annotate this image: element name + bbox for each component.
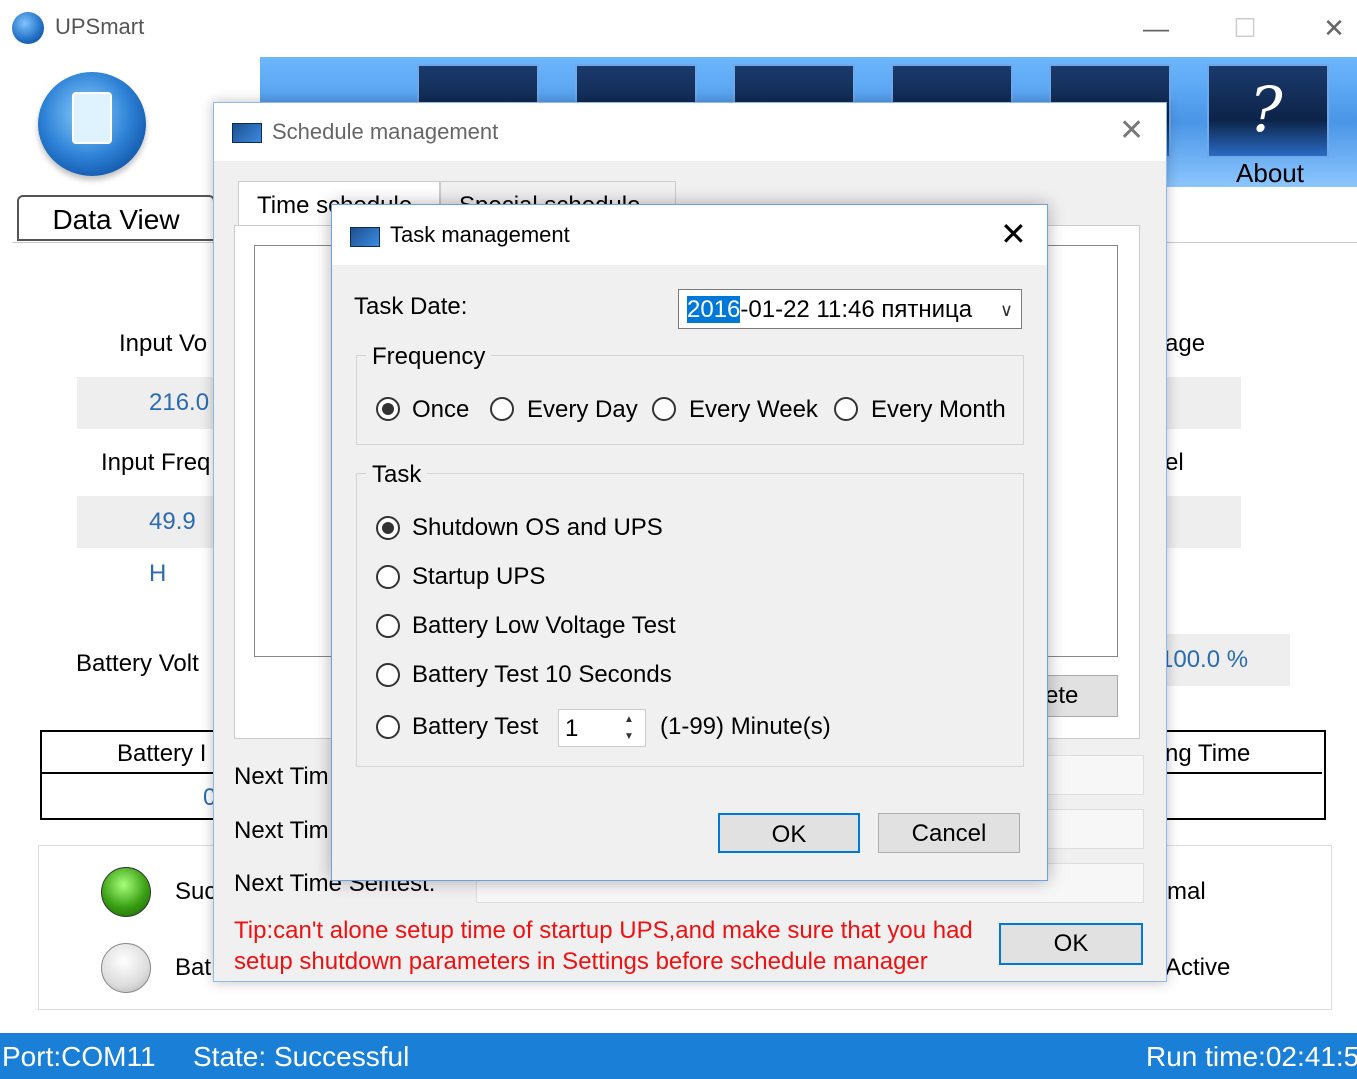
radio-battery-test-10s-label: Battery Test 10 Seconds	[412, 661, 672, 688]
spin-down-icon[interactable]: ▼	[619, 729, 639, 745]
radio-once-label: Once	[412, 396, 470, 423]
task-date-rest: -01-22 11:46 пятница	[740, 296, 973, 323]
task-title: Task	[366, 461, 428, 489]
status-battery-label: Bat	[175, 954, 212, 981]
load-level-label: el	[1165, 449, 1184, 476]
battery-test-minutes-stepper[interactable]: 1 ▲ ▼	[558, 709, 646, 747]
app-logo-icon	[12, 12, 44, 44]
radio-startup-ups-label: Startup UPS	[412, 563, 546, 590]
maximize-button[interactable]: ☐	[1225, 8, 1265, 48]
battery-voltage-label: Battery Volt	[76, 650, 199, 677]
next-time-startup-label: Next Tim	[234, 817, 329, 844]
radio-battery-low-voltage-test[interactable]	[376, 614, 400, 638]
schedule-ok-button[interactable]: OK	[999, 923, 1143, 965]
frequency-title: Frequency	[366, 343, 492, 371]
input-voltage-label: Input Vo	[119, 330, 208, 357]
schedule-dialog-title: Schedule management	[272, 119, 499, 144]
task-dialog-title: Task management	[390, 222, 570, 247]
task-date-year-selected: 2016	[687, 296, 741, 323]
status-success-label: Suc	[175, 878, 217, 905]
radio-every-week-label: Every Week	[689, 396, 818, 423]
task-dialog-titlebar: Task management ✕	[332, 205, 1047, 265]
port-status: Port:COM11	[2, 1041, 156, 1072]
status-bar: Port:COM11 State: Successful Run time:02…	[0, 1033, 1357, 1079]
main-titlebar: UPSmart — ☐ ✕	[0, 0, 1357, 54]
schedule-dialog-titlebar: Schedule management ✕	[214, 103, 1166, 161]
radio-shutdown-os-ups-label: Shutdown OS and UPS	[412, 514, 663, 541]
minutes-hint: (1-99) Minute(s)	[660, 713, 831, 740]
schedule-tip: Tip:can't alone setup time of startup UP…	[234, 917, 973, 975]
battery-header-left: Battery I	[117, 740, 207, 767]
radio-every-month-label: Every Month	[871, 396, 1006, 423]
radio-battery-test[interactable]	[376, 715, 400, 739]
status-led-on-icon	[101, 867, 151, 917]
radio-battery-low-voltage-test-label: Battery Low Voltage Test	[412, 612, 676, 639]
task-management-dialog: Task management ✕ Task Date: 2016-01-22 …	[331, 204, 1048, 881]
radio-once[interactable]	[376, 397, 400, 421]
about-label: About	[1236, 158, 1304, 188]
task-ok-button[interactable]: OK	[718, 813, 860, 853]
run-time: Run time:02:41:5	[1146, 1041, 1357, 1072]
schedule-dialog-icon	[232, 123, 262, 143]
task-date-label: Task Date:	[354, 293, 468, 320]
radio-startup-ups[interactable]	[376, 565, 400, 589]
input-frequency-label: Input Freq	[101, 449, 211, 476]
task-date-picker[interactable]: 2016-01-22 11:46 пятница ∨	[678, 289, 1022, 329]
chevron-down-icon[interactable]: ∨	[1000, 290, 1013, 330]
battery-test-minutes-value: 1	[565, 715, 579, 742]
radio-every-month[interactable]	[834, 397, 858, 421]
radio-every-day-label: Every Day	[527, 396, 638, 423]
task-dialog-close-icon[interactable]: ✕	[1000, 215, 1027, 253]
radio-battery-test-label: Battery Test	[412, 713, 539, 740]
input-voltage-value: 216.0	[77, 377, 217, 429]
radio-every-week[interactable]	[652, 397, 676, 421]
radio-every-day[interactable]	[490, 397, 514, 421]
delete-button[interactable]: ete	[1044, 675, 1118, 717]
task-cancel-button[interactable]: Cancel	[878, 813, 1020, 853]
schedule-dialog-close-icon[interactable]: ✕	[1119, 113, 1144, 148]
next-time-shutdown-label: Next Tim	[234, 763, 329, 790]
status-led-off-icon	[101, 943, 151, 993]
radio-battery-test-10s[interactable]	[376, 663, 400, 687]
output-voltage-label: age	[1165, 330, 1206, 357]
minimize-button[interactable]: —	[1136, 8, 1176, 48]
app-title: UPSmart	[55, 14, 145, 39]
document-icon	[72, 92, 112, 144]
input-frequency-value: 49.9 H	[77, 496, 217, 587]
status-normal-label: mal	[1167, 878, 1206, 905]
radio-shutdown-os-ups[interactable]	[376, 516, 400, 540]
connection-state: State: Successful	[193, 1041, 410, 1072]
help-icon: ?	[1249, 73, 1283, 146]
task-dialog-icon	[350, 227, 380, 247]
spin-up-icon[interactable]: ▲	[619, 712, 639, 728]
tab-data-view[interactable]: Data View	[17, 195, 215, 241]
close-button[interactable]: ✕	[1314, 8, 1354, 48]
battery-header-right: ng Time	[1165, 740, 1251, 767]
status-active-label: Active	[1165, 954, 1231, 981]
